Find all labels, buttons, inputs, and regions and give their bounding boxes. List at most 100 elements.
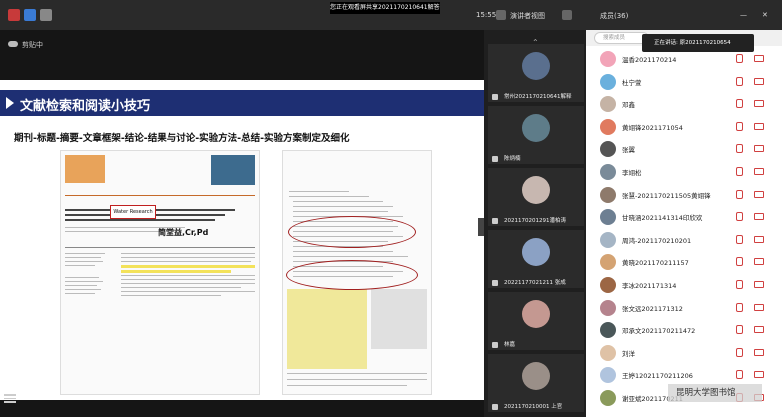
participant-avatar [522,52,550,80]
member-row[interactable]: 张翼 [586,138,782,160]
mic-icon [492,156,498,162]
member-avatar [600,344,616,361]
member-row[interactable]: 周鸿-2021170210201 [586,229,782,251]
mic-off-icon [736,370,743,380]
member-name: 李翊松 [622,169,642,177]
camera-off-icon [754,281,764,288]
top-toolbar: 您正在观看屏共享2021170210641解答员 15:55 演讲者视图 成员(… [0,0,782,30]
participant-name: 20221177021211 张成 [504,280,566,286]
participant-avatar [522,114,550,142]
member-avatar [600,186,616,203]
participant-avatar [522,176,550,204]
video-tile[interactable]: 2021170210001 上官 [488,354,584,412]
video-tile[interactable]: 常州2021170210641解释 [488,44,584,102]
mic-off-icon [736,167,743,176]
member-row[interactable]: 黄翊锋2021171054 [586,116,782,138]
camera-off-icon [754,168,764,175]
share-status-label: 剪贴中 [22,41,43,49]
member-name: 邓承文2021170211472 [622,327,696,336]
slide-header-bar: 文献检索和阅读小技巧 [0,90,484,116]
video-tile[interactable]: 2021170201291潘柏涛 [488,168,584,226]
view-mode-button[interactable]: 演讲者视图 [510,11,545,21]
member-name: 王婷12021170211206 [622,372,693,381]
highlight-ellipse-1 [288,216,416,248]
camera-off-icon [754,303,764,311]
mic-off-icon [736,302,743,312]
journal-cover-thumbnail [211,155,255,185]
presentation-slide: 文献检索和阅读小技巧 期刊-标题-摘要-文章框架-结论-结果与讨论-实验方法-总… [0,80,484,400]
camera-off-icon [754,326,764,334]
camera-off-icon [754,145,764,153]
member-avatar [600,51,616,67]
member-row[interactable]: 邓鑫 [586,93,782,115]
member-name: 李冰2021171314 [622,282,677,290]
member-row[interactable]: 甘晓涵2021141314印欣欢 [586,206,782,228]
member-search-input[interactable]: 搜索成员 [594,32,649,44]
member-name: 周鸿-2021170210201 [622,236,692,245]
camera-off-icon [754,235,764,243]
mic-off-icon [736,121,743,131]
sharing-banner: 您正在观看屏共享2021170210641解答员 [330,2,440,14]
slide-subtitle: 期刊-标题-摘要-文章框架-结论-结果与讨论-实验方法-总结-实验方案制定及细化 [14,133,350,144]
camera-off-icon [754,258,764,266]
shared-screen: 剪贴中 文献检索和阅读小技巧 期刊-标题-摘要-文章框架-结论-结果与讨论-实验… [0,30,484,417]
paper-page-left [60,150,260,395]
member-name: 杜宁萱 [622,78,642,87]
camera-off-icon [754,77,764,85]
member-avatar [600,141,616,158]
mic-icon [492,280,498,286]
member-name: 刘洋 [622,349,635,358]
participant-avatar [522,362,550,390]
member-avatar [600,254,616,271]
signal-icon[interactable] [40,9,52,21]
video-tile[interactable]: 陈炳楠 [488,106,584,164]
member-row[interactable]: 刘洋 [586,342,782,364]
publisher-logo [65,155,105,183]
app-logo-icon [8,9,20,21]
member-name: 温香2021170214 [622,56,677,64]
mic-off-icon [736,212,743,222]
author-annotation: 简堂益,Cr,Pd [158,228,209,237]
mic-off-icon [736,144,743,154]
shield-icon[interactable] [24,9,36,21]
camera-off-icon [754,348,764,356]
cloud-icon [8,41,18,47]
member-avatar [600,299,616,316]
mic-off-icon [736,99,743,109]
member-avatar [600,277,616,293]
member-avatar [600,209,616,226]
member-name: 张翼 [622,146,635,155]
layout-icon[interactable] [562,10,572,20]
member-row[interactable]: 张文远2021171312 [586,297,782,319]
participant-avatar [522,300,550,328]
camera-off-icon [754,100,764,108]
member-row[interactable]: 李冰2021171314 [586,274,782,296]
video-tile[interactable]: 20221177021211 张成 [488,230,584,288]
camera-off-icon [754,122,764,130]
slide-title: 文献检索和阅读小技巧 [20,99,151,114]
members-panel: 搜索成员 温香2021170214 杜宁萱邓鑫黄翊锋2021171054 张翼李翊松… [586,30,782,417]
member-avatar [600,231,616,248]
camera-off-icon [754,55,764,62]
member-name: 甘晓涵2021141314印欣欢 [622,214,703,223]
close-icon[interactable]: ✕ [762,11,768,19]
member-avatar [600,390,616,406]
video-tile[interactable]: 林嘉 [488,292,584,350]
journal-name-box: Water Research [110,205,156,219]
member-row[interactable]: 黄晓2021170211157 [586,251,782,273]
list-icon[interactable] [4,394,16,404]
grid-icon[interactable] [496,10,506,20]
member-row[interactable]: 杜宁萱 [586,71,782,93]
minimize-icon[interactable]: — [740,11,747,19]
member-name: 黄翊锋2021171054 [622,123,683,132]
mic-off-icon [736,234,743,244]
mic-off-icon [736,280,743,289]
participant-name: 2021170201291潘柏涛 [504,218,566,224]
member-avatar [600,367,616,384]
member-row[interactable]: 张慧-2021170211505黄翊锋 [586,184,782,206]
member-avatar [600,118,616,135]
member-name: 邓鑫 [622,101,635,110]
member-row[interactable]: 李翊松 [586,161,782,183]
mic-icon [492,404,498,410]
member-row[interactable]: 邓承文2021170211472 [586,319,782,341]
